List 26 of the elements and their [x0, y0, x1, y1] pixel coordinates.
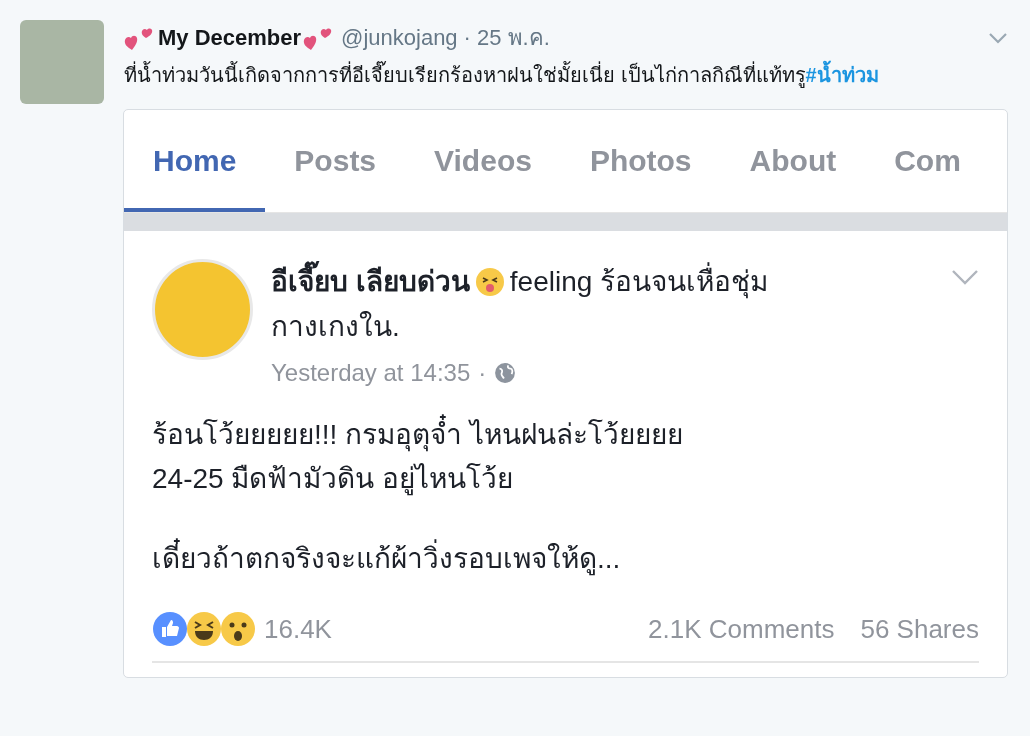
page-tab[interactable]: About — [720, 110, 866, 212]
globe-icon — [494, 362, 517, 384]
page-tab[interactable]: Com — [865, 110, 990, 212]
page-tab[interactable]: Photos — [560, 110, 721, 212]
like-reaction-icon — [152, 611, 188, 647]
chevron-down-icon[interactable] — [988, 31, 1008, 44]
post-paragraph: ร้อนโว้ยยยยย!!! กรมอุตุจ๋ำ ไหนฝนล่ะโว้ยยยย 24-25 มืดฟ้ามัวดิน อยู่ไหนโว้ย — [152, 413, 979, 501]
post-timestamp[interactable]: Yesterday at 14:35 — [271, 359, 471, 387]
post-paragraph: เดี๋ยวถ้าตกจริงจะแก้ผ้าวิ่งรอบเพจให้ดู... — [152, 537, 979, 581]
page-tab[interactable]: Posts — [265, 110, 406, 212]
separator-dot: · — [463, 24, 471, 51]
surprised-reaction-icon — [220, 611, 256, 647]
shares-count[interactable]: 56 Shares — [860, 613, 979, 645]
tweet-time[interactable]: 25 พ.ค. — [476, 20, 550, 55]
feeling-text: กางเกงใน. — [271, 310, 400, 344]
face-tongue-icon — [474, 267, 505, 297]
page-tab[interactable]: Videos — [405, 110, 561, 212]
laughing-reaction-icon — [186, 611, 222, 647]
feeling-text: feeling ร้อนจนเหื่อชุ่ม — [509, 259, 769, 305]
author-name[interactable]: อีเจี๊ยบ เลียบด่วน — [271, 259, 470, 305]
comments-count[interactable]: 2.1K Comments — [648, 613, 835, 645]
separator-dot: · — [478, 359, 487, 387]
chevron-down-icon[interactable] — [951, 269, 979, 285]
user-handle[interactable]: @junkojang — [341, 24, 458, 51]
reaction-count[interactable]: 16.4K — [264, 613, 332, 645]
display-name[interactable]: My December — [158, 24, 302, 51]
